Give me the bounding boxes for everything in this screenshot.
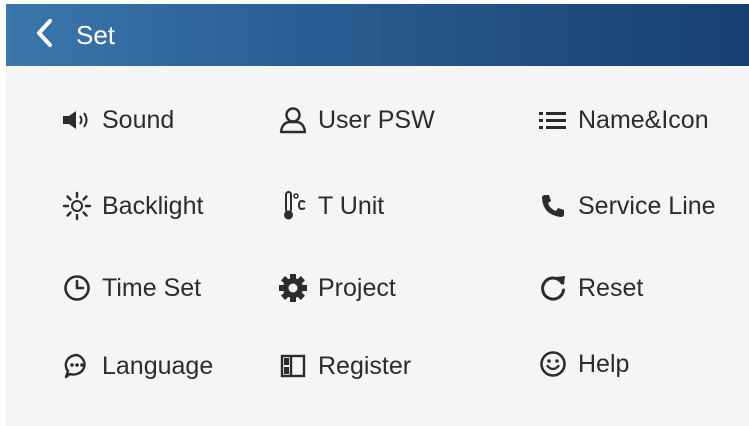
menu-item-user-psw[interactable]: User PSW: [276, 104, 435, 136]
menu-item-label: Language: [102, 351, 214, 380]
clock-icon: [60, 272, 94, 304]
user-icon: [276, 104, 310, 136]
menu-item-label: Sound: [102, 105, 175, 134]
settings-panel: Sound User PSW Name&Icon Backlight T Uni…: [6, 66, 749, 426]
register-icon: [276, 350, 310, 382]
menu-item-language[interactable]: Language: [60, 350, 213, 382]
menu-item-label: Service Line: [578, 191, 716, 220]
gear-icon: [276, 272, 310, 304]
menu-item-label: Reset: [578, 273, 644, 302]
sun-icon: [60, 190, 94, 222]
refresh-icon: [536, 272, 570, 304]
menu-item-t-unit[interactable]: T Unit: [276, 190, 384, 222]
header-bar: Set: [6, 4, 749, 66]
speaker-icon: [60, 104, 94, 136]
menu-item-register[interactable]: Register: [276, 350, 411, 382]
chat-icon: [60, 350, 94, 382]
menu-item-reset[interactable]: Reset: [536, 272, 643, 304]
menu-item-sound[interactable]: Sound: [60, 104, 174, 136]
menu-item-label: Name&Icon: [578, 105, 709, 134]
menu-item-label: T Unit: [318, 191, 385, 220]
menu-item-name-icon[interactable]: Name&Icon: [536, 104, 709, 136]
chevron-left-icon: [34, 18, 54, 52]
menu-item-label: Time Set: [102, 273, 202, 302]
menu-item-label: Project: [318, 273, 396, 302]
thermometer-icon: [276, 190, 310, 222]
menu-item-label: Register: [318, 351, 412, 380]
page-title: Set: [76, 19, 116, 50]
menu-item-label: Help: [578, 349, 630, 378]
list-icon: [536, 104, 570, 136]
menu-item-service-line[interactable]: Service Line: [536, 190, 716, 222]
menu-item-label: Backlight: [102, 191, 204, 220]
menu-item-backlight[interactable]: Backlight: [60, 190, 203, 222]
back-button[interactable]: [24, 4, 64, 66]
menu-item-project[interactable]: Project: [276, 272, 396, 304]
smiley-icon: [536, 348, 570, 380]
phone-icon: [536, 190, 570, 222]
menu-item-time-set[interactable]: Time Set: [60, 272, 201, 304]
menu-item-help[interactable]: Help: [536, 348, 629, 380]
menu-item-label: User PSW: [318, 105, 435, 134]
